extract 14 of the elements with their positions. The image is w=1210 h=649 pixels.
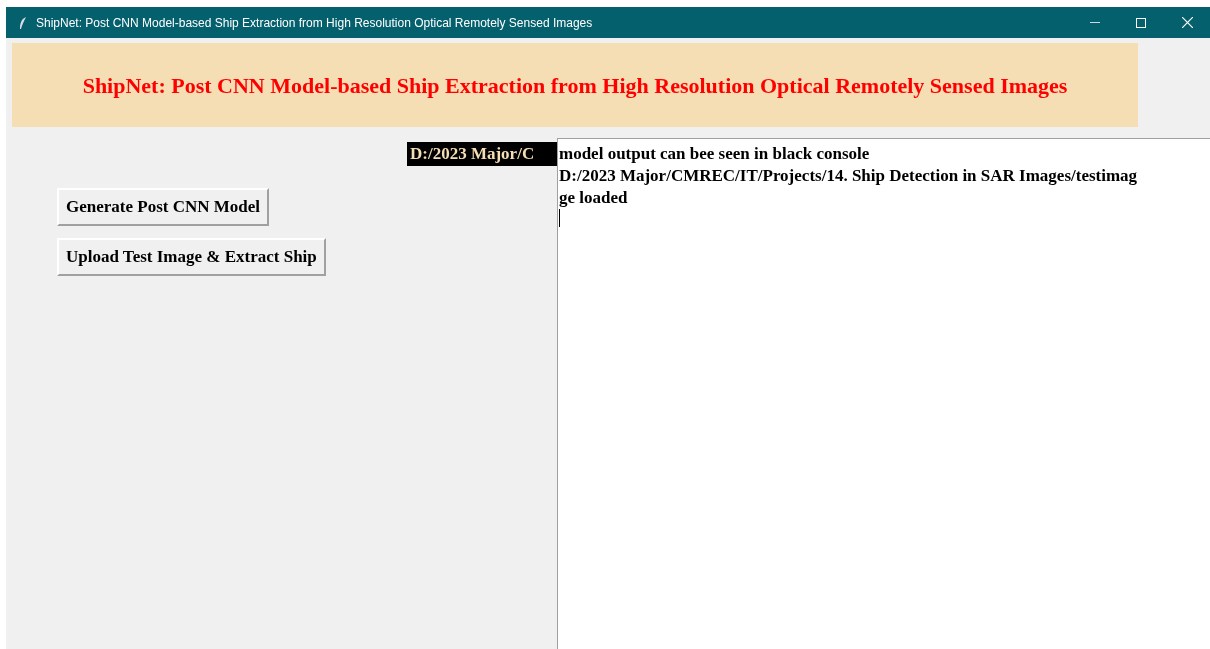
action-button[interactable]: Upload Test Image & Extract Ship [57, 238, 326, 276]
app-heading: ShipNet: Post CNN Model-based Ship Extraction from High Resolution Optical Remotely Sensed Images [82, 71, 1068, 100]
console-line: ge loaded [559, 187, 628, 209]
console-line: model output can bee seen in black console [559, 143, 870, 165]
console-line: D:/2023 Major/CMREC/IT/Projects/14. Ship Detection in SAR Images/testimag [559, 165, 1138, 187]
feather-icon [18, 15, 28, 30]
window-title: ShipNet: Post CNN Model-based Ship Extraction from High Resolution Optical Remotely Sensed Images [36, 14, 593, 32]
console-text-area[interactable]: model output can bee seen in black console D:/2023 Major/CMREC/IT/Projects/14. Ship Detection in SAR Images/testimag ge loaded [557, 138, 1210, 649]
maximize-icon [1136, 17, 1146, 28]
close-icon [1181, 17, 1193, 28]
text-cursor [559, 209, 560, 227]
minimize-icon [1090, 22, 1100, 23]
path-label: D:/2023 Major/C [407, 142, 557, 166]
action-button[interactable]: Generate Post CNN Model [57, 188, 270, 226]
